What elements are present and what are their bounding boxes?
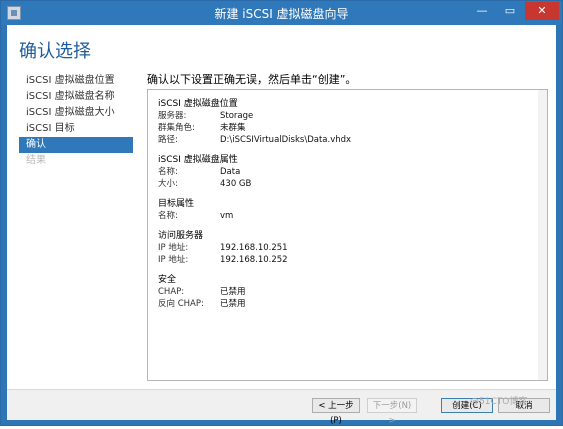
summary-row: IP 地址: 192.168.10.251 — [158, 242, 508, 254]
section-title: 安全 — [158, 275, 177, 285]
row-key: 反向 CHAP: — [158, 299, 204, 309]
summary-row: IP 地址: 192.168.10.252 — [158, 254, 508, 266]
nav-item-iscsi-target[interactable]: iSCSI 目标 — [19, 121, 133, 137]
row-key: 服务器: — [158, 111, 187, 121]
row-key: 大小: — [158, 179, 178, 189]
maximize-button[interactable]: ▭ — [497, 2, 523, 20]
summary-row: 群集角色: 未群集 — [158, 122, 508, 134]
section-title: 访问服务器 — [158, 231, 204, 241]
section-title: iSCSI 虚拟磁盘属性 — [158, 155, 238, 165]
previous-button[interactable]: < 上一步(P) — [312, 398, 360, 426]
summary-row: CHAP: 已禁用 — [158, 286, 508, 298]
row-key: IP 地址: — [158, 255, 189, 265]
row-value: Data — [220, 167, 241, 177]
button-bar: < 上一步(P) 下一步(N) > 创建(C) 取消 @51CTO博客 — [7, 390, 556, 426]
row-value: 已禁用 — [220, 299, 246, 309]
section-title: iSCSI 虚拟磁盘位置 — [158, 99, 238, 109]
nav-item-disk-location[interactable]: iSCSI 虚拟磁盘位置 — [19, 73, 133, 89]
row-value: D:\iSCSIVirtualDisks\Data.vhdx — [220, 135, 352, 145]
minimize-button[interactable]: — — [469, 2, 495, 20]
row-key: 群集角色: — [158, 123, 195, 133]
nav-item-results: 结果 — [26, 155, 46, 166]
watermark-text: @51CTO博客 — [470, 397, 528, 407]
summary-row: 反向 CHAP: 已禁用 — [158, 298, 508, 310]
row-key: 名称: — [158, 211, 178, 221]
row-key: CHAP: — [158, 287, 185, 297]
row-key: 名称: — [158, 167, 178, 177]
row-key: 路径: — [158, 135, 178, 145]
title-bar[interactable]: 新建 iSCSI 虚拟磁盘向导 — ▭ ✕ — [1, 1, 562, 25]
summary-row: 名称: Data — [158, 166, 508, 178]
wizard-steps-nav: iSCSI 虚拟磁盘位置 iSCSI 虚拟磁盘名称 iSCSI 虚拟磁盘大小 i… — [19, 73, 133, 169]
row-value: 192.168.10.251 — [220, 243, 288, 253]
row-value: vm — [220, 211, 234, 221]
row-value: 未群集 — [220, 123, 246, 133]
page-title: 确认选择 — [19, 41, 91, 62]
close-button[interactable]: ✕ — [525, 2, 559, 20]
summary-scrollbar[interactable] — [538, 90, 547, 380]
row-key: IP 地址: — [158, 243, 189, 253]
summary-panel[interactable]: iSCSI 虚拟磁盘位置 服务器: Storage 群集角色: 未群集 路径: D:\… — [147, 89, 548, 381]
nav-item-confirm[interactable]: 确认 — [19, 137, 133, 153]
next-button: 下一步(N) > — [367, 398, 417, 426]
row-value: Storage — [220, 111, 254, 121]
wizard-window: 新建 iSCSI 虚拟磁盘向导 — ▭ ✕ 确认选择 iSCSI 虚拟磁盘位置 … — [0, 0, 563, 426]
row-value: 430 GB — [220, 179, 252, 189]
summary-row: 路径: D:\iSCSIVirtualDisks\Data.vhdx — [158, 134, 508, 146]
summary-row: 服务器: Storage — [158, 110, 508, 122]
nav-item-disk-name[interactable]: iSCSI 虚拟磁盘名称 — [19, 89, 133, 105]
summary-row: 大小: 430 GB — [158, 178, 508, 190]
summary-row: 名称: vm — [158, 210, 508, 222]
row-value: 已禁用 — [220, 287, 246, 297]
nav-item-disk-size[interactable]: iSCSI 虚拟磁盘大小 — [19, 105, 133, 121]
wizard-body: 确认选择 iSCSI 虚拟磁盘位置 iSCSI 虚拟磁盘名称 iSCSI 虚拟磁… — [7, 25, 556, 426]
confirm-instruction: 确认以下设置正确无误，然后单击“创建”。 — [147, 73, 357, 86]
row-value: 192.168.10.252 — [220, 255, 288, 265]
section-title: 目标属性 — [158, 199, 195, 209]
